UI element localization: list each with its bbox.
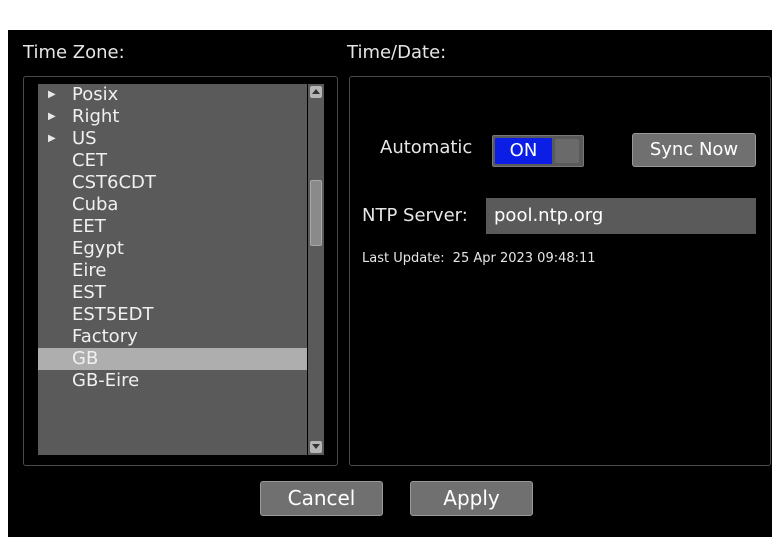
time-zone-item-label: EST (72, 282, 106, 303)
time-zone-item-label: Factory (72, 326, 138, 347)
cancel-button[interactable]: Cancel (260, 481, 383, 516)
time-date-label: Time/Date: (347, 42, 447, 63)
time-date-panel: Automatic ON Sync Now NTP Server: pool.n… (349, 76, 771, 466)
time-zone-item[interactable]: ▶ Right (38, 106, 307, 128)
time-zone-item-label: Posix (72, 84, 119, 105)
time-zone-list[interactable]: ▶ Posix ▶ Right ▶ US CET CST6CDT Cuba EET Egypt Eir… (38, 84, 307, 455)
time-zone-item-label: Eire (72, 260, 107, 281)
time-zone-item[interactable]: Egypt (38, 238, 307, 260)
time-zone-panel: ▶ Posix ▶ Right ▶ US CET CST6CDT Cuba EET Egypt Eir… (23, 76, 338, 466)
time-zone-item[interactable]: GB-Eire (38, 370, 307, 392)
time-zone-item-label: EET (72, 216, 106, 237)
time-zone-item[interactable]: Factory (38, 326, 307, 348)
toggle-on-state[interactable]: ON (495, 138, 552, 164)
time-zone-scrollbar[interactable] (308, 84, 324, 455)
time-zone-item-label: US (72, 128, 97, 149)
time-zone-item[interactable]: CST6CDT (38, 172, 307, 194)
time-zone-item[interactable]: EST5EDT (38, 304, 307, 326)
time-zone-item-label: EST5EDT (72, 304, 154, 325)
toggle-knob[interactable] (555, 139, 579, 163)
time-zone-item[interactable]: GB (38, 348, 307, 370)
time-zone-item[interactable]: ▶ US (38, 128, 307, 150)
time-zone-item[interactable]: Eire (38, 260, 307, 282)
time-zone-item[interactable]: ▶ Posix (38, 84, 307, 106)
expand-arrow-icon[interactable]: ▶ (48, 128, 56, 150)
expand-arrow-icon[interactable]: ▶ (48, 84, 56, 106)
ntp-server-label: NTP Server: (362, 205, 468, 226)
time-zone-item[interactable]: EET (38, 216, 307, 238)
automatic-toggle[interactable]: ON (492, 135, 584, 167)
scroll-down-icon[interactable] (310, 441, 322, 453)
apply-button[interactable]: Apply (410, 481, 533, 516)
time-zone-item[interactable]: EST (38, 282, 307, 304)
time-zone-item[interactable]: Cuba (38, 194, 307, 216)
sync-now-button[interactable]: Sync Now (632, 133, 756, 167)
ntp-server-input[interactable]: pool.ntp.org (486, 198, 756, 234)
time-zone-item[interactable]: CET (38, 150, 307, 172)
time-settings-dialog: Time Zone: Time/Date: ▶ Posix ▶ Right ▶ US CET… (8, 30, 772, 537)
automatic-label: Automatic (380, 137, 473, 158)
last-update: Last Update: 25 Apr 2023 09:48:11 (362, 251, 596, 266)
time-zone-item-label: CET (72, 150, 107, 171)
time-zone-item-label: CST6CDT (72, 172, 156, 193)
time-zone-item-label: Cuba (72, 194, 119, 215)
time-zone-item-label: Egypt (72, 238, 124, 259)
time-zone-item-label: Right (72, 106, 120, 127)
last-update-label: Last Update: (362, 251, 445, 266)
scroll-thumb[interactable] (310, 180, 322, 246)
time-zone-item-label: GB-Eire (72, 370, 140, 391)
time-zone-label: Time Zone: (23, 42, 125, 63)
time-zone-item-label: GB (72, 348, 99, 369)
expand-arrow-icon[interactable]: ▶ (48, 106, 56, 128)
scroll-up-icon[interactable] (310, 86, 322, 98)
last-update-value: 25 Apr 2023 09:48:11 (452, 251, 596, 266)
